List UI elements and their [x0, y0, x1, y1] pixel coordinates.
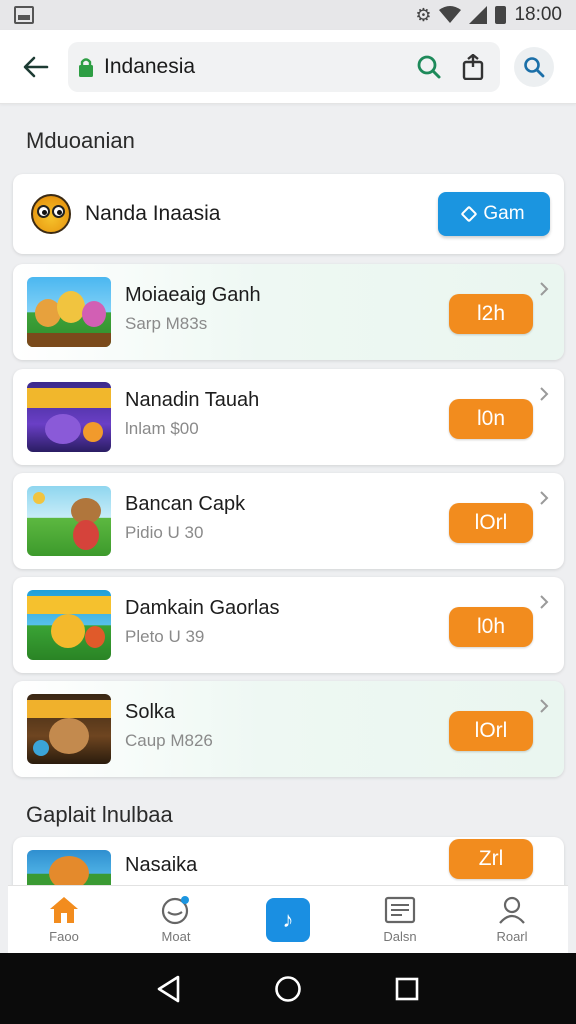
profile-icon	[499, 896, 525, 924]
game-title: Solka	[125, 701, 176, 723]
nav-label: Dalsn	[383, 929, 417, 944]
game-thumbnail	[27, 382, 111, 452]
featured-action-button[interactable]: Gam	[438, 192, 550, 236]
chevron-right-icon[interactable]	[537, 699, 551, 713]
game-subtitle: Pleto U 39	[125, 627, 205, 646]
game-price-button[interactable]: Zrl	[449, 839, 533, 879]
game-title: Nanadin Tauah	[125, 389, 260, 411]
search-icon	[417, 55, 441, 78]
game-price-button[interactable]: lOrl	[449, 503, 533, 543]
section-title: Gaplait lnulbaa	[26, 802, 173, 827]
share-icon	[462, 53, 484, 80]
gallery-notification-icon	[14, 6, 34, 24]
chevron-right-icon[interactable]	[537, 387, 551, 401]
game-thumbnail	[27, 277, 111, 347]
game-card[interactable]: Nanadin Tauah lnlam $00 l0n	[13, 369, 564, 465]
global-search-button[interactable]	[514, 46, 554, 87]
chevron-right-icon[interactable]	[537, 491, 551, 505]
game-title: Bancan Capk	[125, 493, 246, 515]
search-button[interactable]	[412, 50, 446, 84]
game-price-button[interactable]: l0n	[449, 399, 533, 439]
game-subtitle: Caup M826	[125, 731, 213, 750]
nav-label: Moat	[161, 929, 191, 944]
chat-icon	[161, 896, 189, 925]
news-icon	[384, 896, 416, 924]
featured-card[interactable]: Nanda Inaasia Gam	[13, 174, 564, 254]
status-time: 18:00	[514, 4, 562, 25]
alarm-icon: ⚙	[415, 4, 432, 25]
game-thumbnail	[27, 694, 111, 764]
game-subtitle: Sarp M83s	[125, 314, 208, 333]
nav-label: Roarl	[496, 929, 528, 944]
status-bar: ⚙ 18:00	[0, 0, 576, 30]
game-card[interactable]: Solka Caup M826 lOrl	[13, 681, 564, 777]
game-title: Damkain Gaorlas	[125, 597, 280, 619]
app-logo-icon: ♪	[266, 897, 310, 942]
nav-item-home[interactable]: Faoo	[8, 886, 120, 953]
back-button[interactable]	[14, 45, 58, 89]
featured-name: Nanda Inaasia	[85, 202, 221, 225]
wifi-icon	[439, 6, 462, 23]
status-icons: ⚙ 18:00	[415, 4, 562, 26]
system-navigation-bar	[0, 953, 576, 1024]
mascot-avatar-icon	[31, 194, 71, 234]
home-icon	[50, 897, 78, 923]
app-bar: Indanesia	[0, 30, 576, 104]
battery-icon	[495, 6, 507, 24]
share-button[interactable]	[456, 50, 490, 84]
game-card[interactable]: Bancan Capk Pidio U 30 lOrl	[13, 473, 564, 569]
back-triangle-icon[interactable]	[156, 975, 182, 1003]
chevron-right-icon[interactable]	[537, 595, 551, 609]
home-circle-icon[interactable]	[274, 975, 302, 1003]
game-card[interactable]: Moiaeaig Ganh Sarp M83s l2h	[13, 264, 564, 360]
game-thumbnail	[27, 486, 111, 556]
nav-item-chat[interactable]: Moat	[120, 886, 232, 953]
game-price-button[interactable]: lOrl	[449, 711, 533, 751]
nav-item-center[interactable]: ♪	[232, 886, 344, 953]
game-subtitle: Pidio U 30	[125, 523, 204, 542]
featured-action-label: Gam	[483, 203, 525, 224]
bottom-navigation: Faoo Moat ♪ Dalsn Roarl	[8, 885, 568, 953]
search-icon	[524, 56, 545, 77]
game-price-button[interactable]: l0h	[449, 607, 533, 647]
game-title: Nasaika	[125, 854, 198, 876]
arrow-left-icon	[23, 56, 49, 77]
url-field[interactable]: Indanesia	[68, 41, 500, 92]
signal-icon	[469, 6, 488, 24]
game-subtitle: lnlam $00	[125, 419, 199, 438]
game-price-button[interactable]: l2h	[449, 294, 533, 334]
nav-item-news[interactable]: Dalsn	[344, 886, 456, 953]
recents-square-icon[interactable]	[394, 976, 420, 1002]
diamond-icon	[460, 205, 478, 223]
chevron-right-icon[interactable]	[537, 282, 551, 296]
game-thumbnail	[27, 590, 111, 660]
game-title: Moiaeaig Ganh	[125, 284, 261, 306]
section-title: Mduoanian	[26, 128, 135, 153]
nav-label: Faoo	[49, 929, 79, 944]
game-card[interactable]: Damkain Gaorlas Pleto U 39 l0h	[13, 577, 564, 673]
lock-icon	[79, 57, 93, 77]
url-text: Indanesia	[104, 54, 196, 78]
nav-item-profile[interactable]: Roarl	[456, 886, 568, 953]
